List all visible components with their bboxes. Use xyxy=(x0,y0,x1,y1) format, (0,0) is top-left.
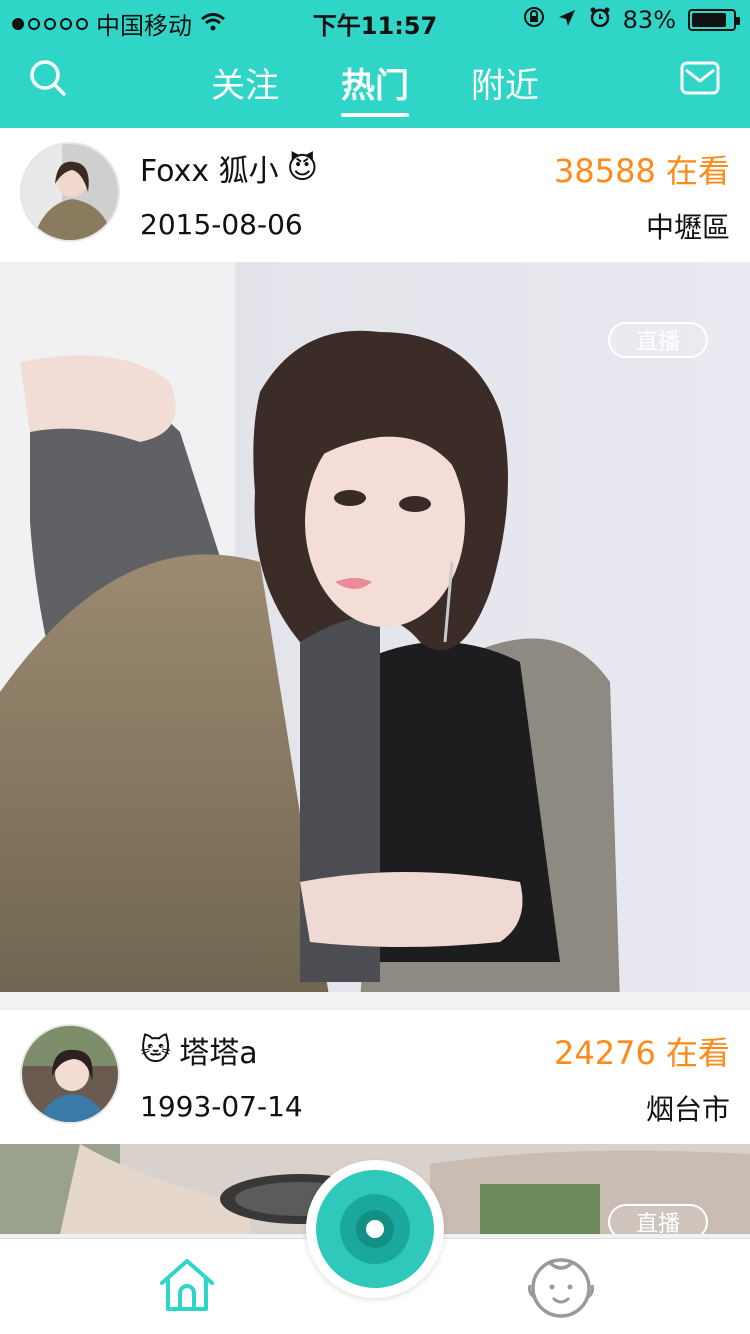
tab-nearby[interactable]: 附近 xyxy=(471,58,539,117)
card-header: Foxx 狐小 😈 2015-08-06 38588 在看 中壢區 xyxy=(0,128,750,262)
location-arrow-icon xyxy=(557,6,577,34)
location-label: 中壢區 xyxy=(645,211,730,244)
avatar[interactable] xyxy=(20,1024,120,1124)
status-right: 83% xyxy=(523,6,740,34)
top-bar: 中国移动 下午11:57 83% 关注 热门 附近 xyxy=(0,0,750,128)
stream-date: 1993-07-14 xyxy=(140,1090,303,1123)
live-feed[interactable]: Foxx 狐小 😈 2015-08-06 38588 在看 中壢區 直播 🐱 塔… xyxy=(0,128,750,1234)
cat-emoji: 🐱 xyxy=(140,1032,172,1068)
mail-icon[interactable] xyxy=(678,56,722,100)
tab-hot[interactable]: 热门 xyxy=(341,58,409,117)
live-badge: 直播 xyxy=(608,1204,708,1234)
live-card[interactable]: Foxx 狐小 😈 2015-08-06 38588 在看 中壢區 直播 xyxy=(0,128,750,992)
battery-icon xyxy=(688,9,740,31)
card-divider xyxy=(0,992,750,1010)
live-badge: 直播 xyxy=(608,322,708,358)
status-bar: 中国移动 下午11:57 83% xyxy=(0,0,750,40)
battery-percent: 83% xyxy=(622,6,676,34)
streamer-name[interactable]: 🐱 塔塔a xyxy=(140,1028,258,1072)
streamer-name-text: Foxx 狐小 xyxy=(140,154,279,189)
devil-emoji: 😈 xyxy=(286,150,318,186)
home-icon[interactable] xyxy=(156,1255,218,1317)
orientation-lock-icon xyxy=(523,6,545,34)
cover-photo-illustration xyxy=(0,262,750,992)
location-label: 烟台市 xyxy=(645,1093,730,1126)
streamer-name-text: 塔塔a xyxy=(179,1036,258,1071)
tab-follow[interactable]: 关注 xyxy=(211,58,279,117)
stream-date: 2015-08-06 xyxy=(140,208,303,241)
streamer-name[interactable]: Foxx 狐小 😈 xyxy=(140,146,318,190)
viewer-count: 38588 在看 xyxy=(554,152,730,190)
live-cover-image[interactable]: 直播 xyxy=(0,262,750,992)
top-navigation: 关注 热门 附近 xyxy=(0,40,750,128)
alarm-icon xyxy=(589,6,611,34)
profile-face-icon[interactable] xyxy=(528,1255,594,1321)
avatar[interactable] xyxy=(20,142,120,242)
feed-tabs: 关注 热门 附近 xyxy=(0,58,750,117)
card-header: 🐱 塔塔a 1993-07-14 24276 在看 烟台市 xyxy=(0,1010,750,1144)
record-dot-icon xyxy=(366,1220,384,1238)
viewer-count: 24276 在看 xyxy=(554,1034,730,1072)
live-camera-button[interactable] xyxy=(306,1160,444,1298)
